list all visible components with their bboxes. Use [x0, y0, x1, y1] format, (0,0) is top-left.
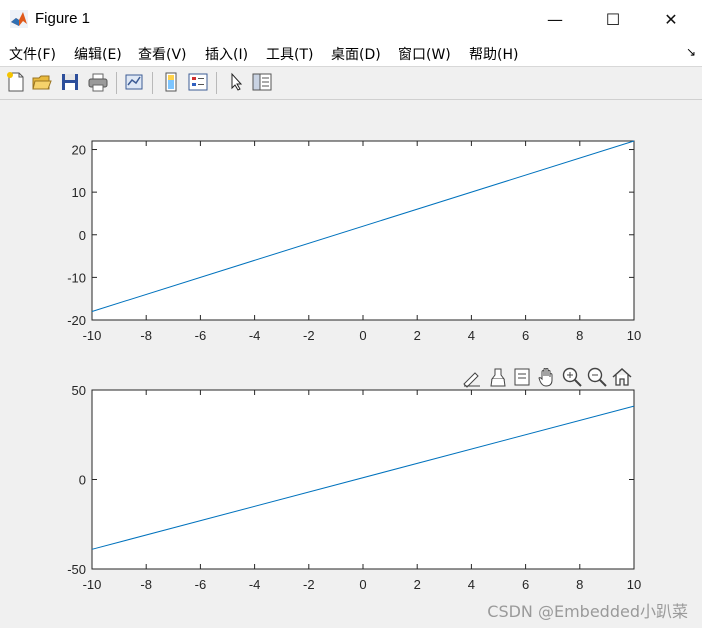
edit-brush-icon[interactable] — [461, 366, 483, 388]
x-tick-label: 10 — [627, 577, 641, 592]
x-tick-label: 2 — [414, 328, 421, 343]
x-tick-label: -8 — [140, 328, 152, 343]
top-axes[interactable]: -10 -8 -6 -4 -2 0 2 4 6 8 10-20-1001020 — [67, 140, 641, 343]
x-tick-label: 4 — [468, 577, 475, 592]
y-tick-label: 0 — [79, 473, 86, 488]
x-tick-label: 6 — [522, 577, 529, 592]
x-tick-label: 8 — [576, 577, 583, 592]
watermark-text: CSDN @Embedded小趴菜 — [487, 602, 688, 621]
x-tick-label: -10 — [83, 577, 102, 592]
x-tick-label: -2 — [303, 577, 315, 592]
x-tick-label: 0 — [359, 328, 366, 343]
x-tick-label: 0 — [359, 577, 366, 592]
y-tick-label: 50 — [72, 383, 86, 398]
x-tick-label: 10 — [627, 328, 641, 343]
x-tick-label: -10 — [83, 328, 102, 343]
x-tick-label: -8 — [140, 577, 152, 592]
y-tick-label: 10 — [72, 185, 86, 200]
plot-area — [91, 140, 635, 321]
x-tick-label: -4 — [249, 328, 261, 343]
zoom-in-icon[interactable] — [561, 366, 583, 388]
x-tick-label: -2 — [303, 328, 315, 343]
x-tick-label: -6 — [195, 577, 207, 592]
x-tick-label: -4 — [249, 577, 261, 592]
y-tick-label: -20 — [67, 313, 86, 328]
plot-area — [91, 389, 635, 570]
y-tick-label: 20 — [72, 143, 86, 158]
x-tick-label: 8 — [576, 328, 583, 343]
bottom-axes[interactable]: -10 -8 -6 -4 -2 0 2 4 6 8 10 -50 0 50 — [67, 383, 641, 592]
data-brush-icon[interactable] — [487, 366, 509, 388]
x-tick-label: 4 — [468, 328, 475, 343]
y-tick-label: -50 — [67, 562, 86, 577]
y-tick-label: 0 — [79, 228, 86, 243]
x-tick-label: 6 — [522, 328, 529, 343]
pan-icon[interactable] — [536, 366, 558, 388]
y-tick-label: -10 — [67, 270, 86, 285]
data-tips-icon[interactable] — [511, 366, 533, 388]
figure-canvas: -10 -8 -6 -4 -2 0 2 4 6 8 10-20-1001020 -10 -8 -6 -4-… — [67, 140, 641, 592]
x-tick-label: -6 — [195, 328, 207, 343]
home-icon[interactable] — [611, 366, 633, 388]
zoom-out-icon[interactable] — [586, 366, 608, 388]
x-tick-label: 2 — [414, 577, 421, 592]
